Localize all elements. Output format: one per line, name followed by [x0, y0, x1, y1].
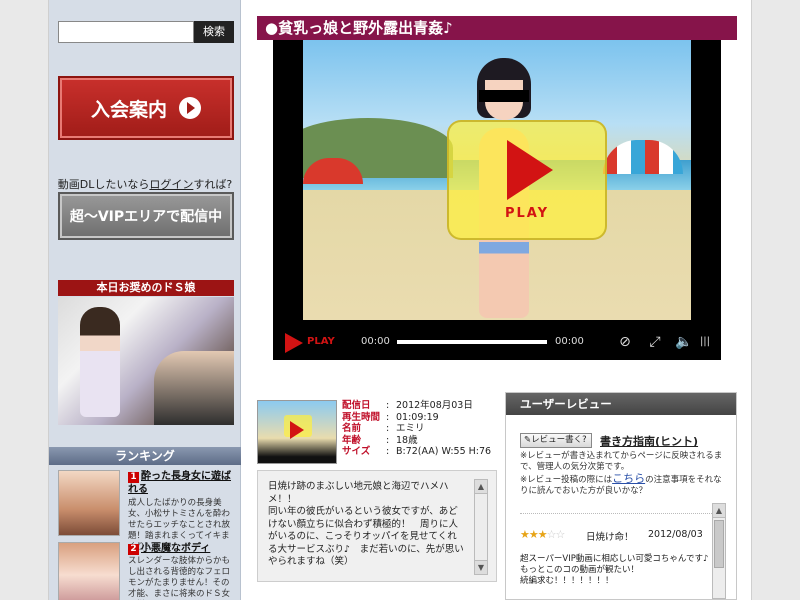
play-icon[interactable] [285, 333, 303, 353]
search-button[interactable]: 検索 [194, 21, 234, 43]
recommend-figure [80, 307, 120, 417]
play-icon [290, 421, 304, 439]
review-text: 超スーパーVIP動画に相応しい可愛コちゃんです♪ もっとこのコの動画が観たい！ … [520, 554, 709, 586]
video-title: ●貧乳っ娘と野外露出青姦♪ [257, 16, 737, 40]
review-notice: ※レビューが書き込まれてからページに反映されるまで、管理人の気分次第です。 ※レ… [520, 451, 723, 496]
join-info-button[interactable]: 入会案内 [58, 76, 234, 140]
video-thumbnail[interactable] [257, 400, 337, 464]
ranking-heading: ランキング [49, 447, 241, 465]
rating-stars-icon: ★★★☆☆ [520, 528, 565, 541]
info-row: 年齢:18歳 [342, 434, 418, 446]
description-box: 日焼け跡のまぶしい地元娘と海辺でハメハメ！！ 同い年の彼氏がいるという彼女ですが… [257, 470, 497, 582]
recommend-image[interactable] [58, 297, 234, 425]
join-button-label: 入会案内 [90, 98, 167, 121]
ranking-item[interactable]: 1 酔った長身女に遊ばれる 成人したばかりの長身美女、小松サトミさんを酔わせたらエ… [58, 470, 236, 552]
player-controls: PLAY 00:00 00:00 ⊘ ⤢ 🔈 ||| [273, 324, 721, 360]
ranking-thumbnail[interactable] [58, 542, 120, 600]
volume-level-icon[interactable]: ||| [695, 334, 715, 350]
total-time: 00:00 [555, 336, 584, 347]
video-player[interactable]: PLAY PLAY 00:00 00:00 ⊘ ⤢ 🔈 ||| [273, 40, 721, 360]
writing-guide-link[interactable]: 書き方指南(ヒント) [600, 433, 698, 449]
description-scrollbar[interactable]: ▲ ▼ [474, 479, 488, 575]
volume-icon[interactable]: 🔈 [675, 334, 692, 350]
scrollbar-thumb[interactable] [714, 520, 724, 568]
quality-icon[interactable]: ⊘ [617, 334, 633, 350]
login-link[interactable]: ログイン [149, 178, 193, 191]
page-container: 検索 入会案内 動画DLしたいならログインすれば? 超～VIPエリアで配信中 本… [48, 0, 752, 600]
review-title: 日焼け命！ [586, 532, 634, 543]
rank-number-badge: 2 [128, 544, 139, 555]
recommend-heading: 本日お奨めのドＳ娘 [58, 280, 234, 296]
play-button-label[interactable]: PLAY [307, 336, 335, 347]
vip-area-button[interactable]: 超～VIPエリアで配信中 [58, 192, 234, 240]
recommend-figure-secondary [154, 351, 234, 425]
video-scene-umbrella [603, 140, 683, 174]
write-review-button[interactable]: ✎レビュー書く? [520, 433, 592, 448]
download-login-prompt: 動画DLしたいならログインすれば? [57, 178, 233, 191]
arrow-right-icon [179, 97, 201, 119]
ranking-title-link[interactable]: 1 酔った長身女に遊ばれる [128, 470, 236, 496]
review-entry: ★★★☆☆ 日焼け命！ 2012/08/03 超スーパーVIP動画に相応しい可愛… [520, 513, 716, 599]
fullscreen-icon[interactable]: ⤢ [647, 334, 663, 350]
scroll-down-icon[interactable]: ▼ [475, 560, 487, 574]
rank-number-badge: 1 [128, 472, 139, 483]
censor-bar [479, 90, 529, 102]
ranking-title-link[interactable]: 2 小悪魔なボディ [128, 542, 236, 555]
info-row: 再生時間:01:09:19 [342, 411, 439, 423]
play-icon [507, 140, 553, 200]
review-heading: ユーザーレビュー [506, 393, 736, 415]
user-review-panel: ユーザーレビュー ✎レビュー書く? 書き方指南(ヒント) ※レビューが書き込まれ… [505, 392, 737, 600]
review-date: 2012/08/03 [648, 529, 703, 540]
review-scrollbar[interactable]: ▲ [712, 503, 726, 599]
video-frame[interactable]: PLAY [303, 40, 691, 320]
search-input[interactable] [58, 21, 194, 43]
current-time: 00:00 [361, 336, 390, 347]
scroll-up-icon[interactable]: ▲ [713, 504, 725, 518]
video-info-table: 配信日:2012年08月03日 再生時間:01:09:19 名前: エミリ 年齢:… [342, 400, 502, 458]
scroll-up-icon[interactable]: ▲ [475, 480, 487, 494]
video-description: 日焼け跡のまぶしい地元娘と海辺でハメハメ！！ 同い年の彼氏がいるという彼女ですが… [268, 481, 464, 567]
ranking-thumbnail[interactable] [58, 470, 120, 536]
info-row: サイズ: B:72(AA) W:55 H:76 [342, 446, 492, 457]
info-row: 名前: エミリ [342, 423, 425, 434]
seek-bar[interactable] [397, 340, 547, 344]
ranking-description: スレンダーな肢体からかもし出される背徳的なフェロモンがたまりません！その才能、ま… [128, 556, 231, 599]
sidebar: 検索 入会案内 動画DLしたいならログインすれば? 超～VIPエリアで配信中 本… [49, 0, 241, 600]
notice-link[interactable]: こちら [612, 472, 645, 485]
info-row: 配信日:2012年08月03日 [342, 400, 473, 411]
big-play-button[interactable]: PLAY [447, 120, 607, 240]
ranking-item[interactable]: 2 小悪魔なボディ スレンダーな肢体からかもし出される背徳的なフェロモンがたまりま… [58, 542, 234, 600]
